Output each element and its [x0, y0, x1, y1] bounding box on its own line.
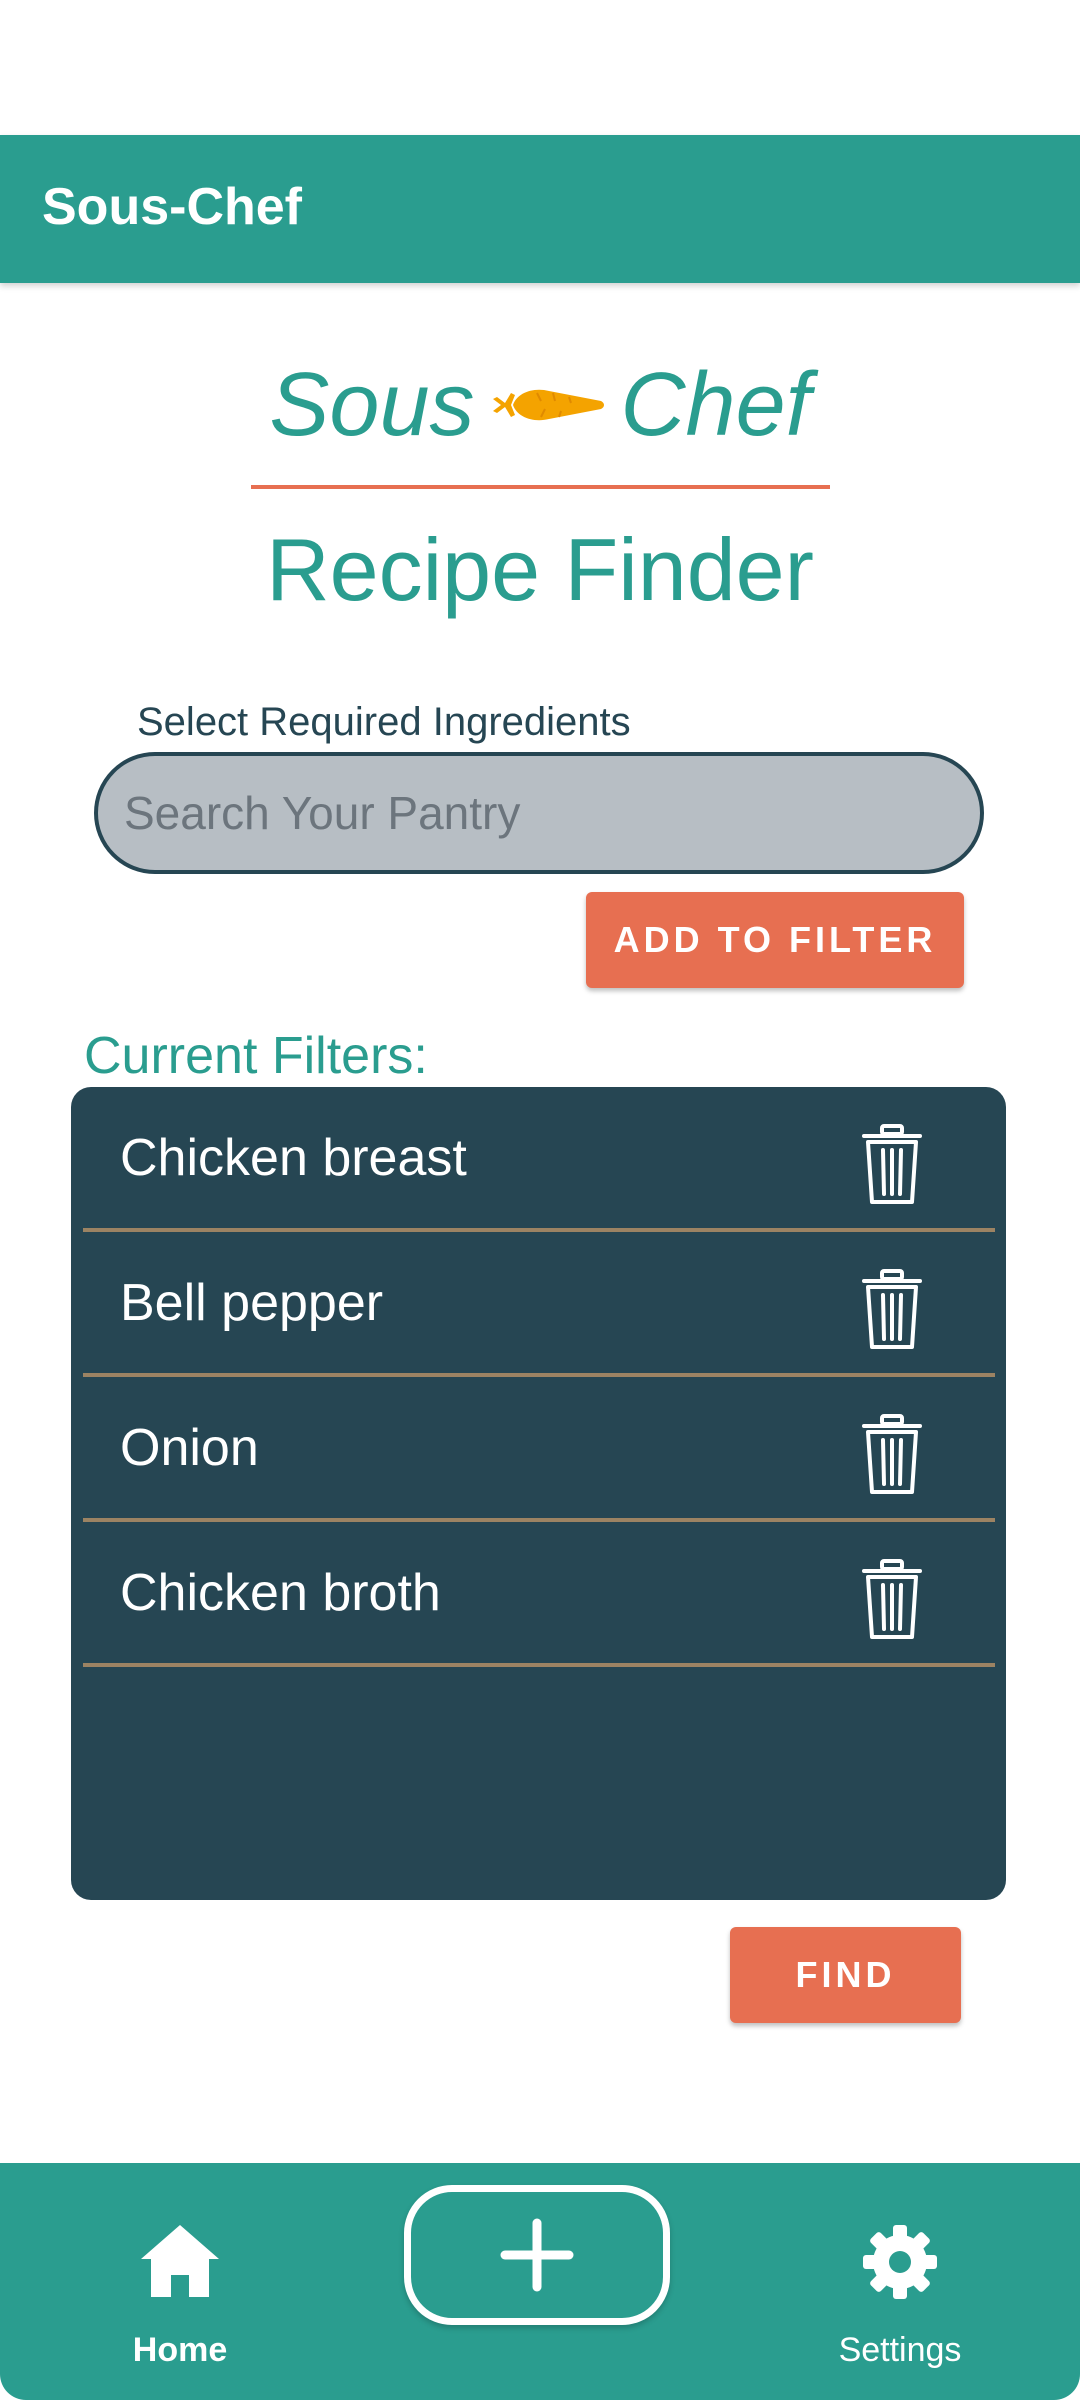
logo-divider [251, 485, 830, 489]
filter-item-label: Bell pepper [120, 1273, 384, 1332]
bottom-nav: Home Settings [0, 2163, 1080, 2400]
logo: Sous Chef [0, 360, 1080, 470]
carrot-icon [492, 389, 604, 421]
filter-item-label: Chicken broth [120, 1563, 441, 1622]
nav-home-label: Home [132, 2331, 228, 2369]
trash-icon[interactable] [860, 1267, 924, 1351]
nav-home[interactable]: Home [70, 2163, 290, 2400]
page-title: Recipe Finder [266, 520, 814, 619]
plus-icon [500, 2218, 574, 2292]
filter-item: Bell pepper [83, 1232, 995, 1377]
add-to-filter-button[interactable]: ADD TO FILTER [586, 892, 964, 988]
add-button[interactable] [404, 2185, 670, 2325]
app-bar: Sous-Chef [0, 135, 1080, 283]
app-bar-title: Sous-Chef [42, 178, 302, 236]
find-button[interactable]: FIND [730, 1927, 961, 2023]
filters-list: Chicken breast Bell pepper Onion Chicken… [71, 1087, 1006, 1900]
filter-item-label: Onion [120, 1418, 259, 1477]
trash-icon[interactable] [860, 1412, 924, 1496]
gear-icon [863, 2225, 937, 2299]
trash-icon[interactable] [860, 1557, 924, 1641]
trash-icon[interactable] [860, 1122, 924, 1206]
filter-item: Onion [83, 1377, 995, 1522]
current-filters-label: Current Filters: [84, 1027, 428, 1085]
search-input[interactable] [94, 752, 984, 874]
status-bar-area [0, 0, 1080, 135]
filter-item: Chicken breast [83, 1087, 995, 1232]
search-label: Select Required Ingredients [137, 700, 631, 744]
logo-text-left: Sous [269, 355, 475, 455]
nav-settings-label: Settings [838, 2331, 962, 2369]
nav-settings[interactable]: Settings [790, 2163, 1010, 2400]
filter-item-label: Chicken breast [120, 1128, 467, 1187]
filter-item: Chicken broth [83, 1522, 995, 1667]
home-icon [141, 2225, 219, 2297]
logo-text-right: Chef [620, 355, 811, 455]
